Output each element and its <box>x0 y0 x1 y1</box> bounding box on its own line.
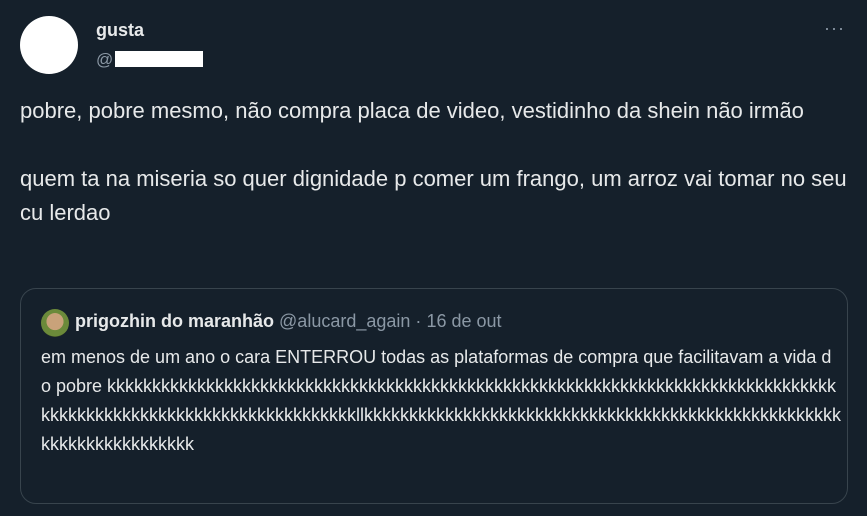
handle-redaction <box>115 51 204 67</box>
tweet-paragraph-2: quem ta na miseria so quer dignidade p c… <box>20 166 847 225</box>
quoted-author-avatar <box>41 309 69 337</box>
more-options-icon[interactable]: ··· <box>824 18 845 39</box>
tweet-paragraph-1: pobre, pobre mesmo, não compra placa de … <box>20 98 804 123</box>
author-display-name[interactable]: gusta <box>96 20 144 41</box>
quoted-tweet-text: em menos de um ano o cara ENTERROU todas… <box>41 347 841 454</box>
quoted-author-name: prigozhin do maranhão <box>75 311 275 331</box>
header-separator: · <box>415 311 422 331</box>
handle-prefix: @ <box>96 50 114 69</box>
author-handle[interactable]: @ <box>96 50 204 70</box>
tweet-text: pobre, pobre mesmo, não compra placa de … <box>20 94 850 230</box>
author-avatar[interactable] <box>20 16 78 74</box>
quoted-tweet-header: prigozhin do maranhão @alucard_again · 1… <box>75 311 502 332</box>
quoted-tweet[interactable]: prigozhin do maranhão @alucard_again · 1… <box>20 288 848 504</box>
quoted-author-handle: @alucard_again <box>279 311 411 331</box>
quoted-tweet-date[interactable]: 16 de out <box>426 311 501 331</box>
